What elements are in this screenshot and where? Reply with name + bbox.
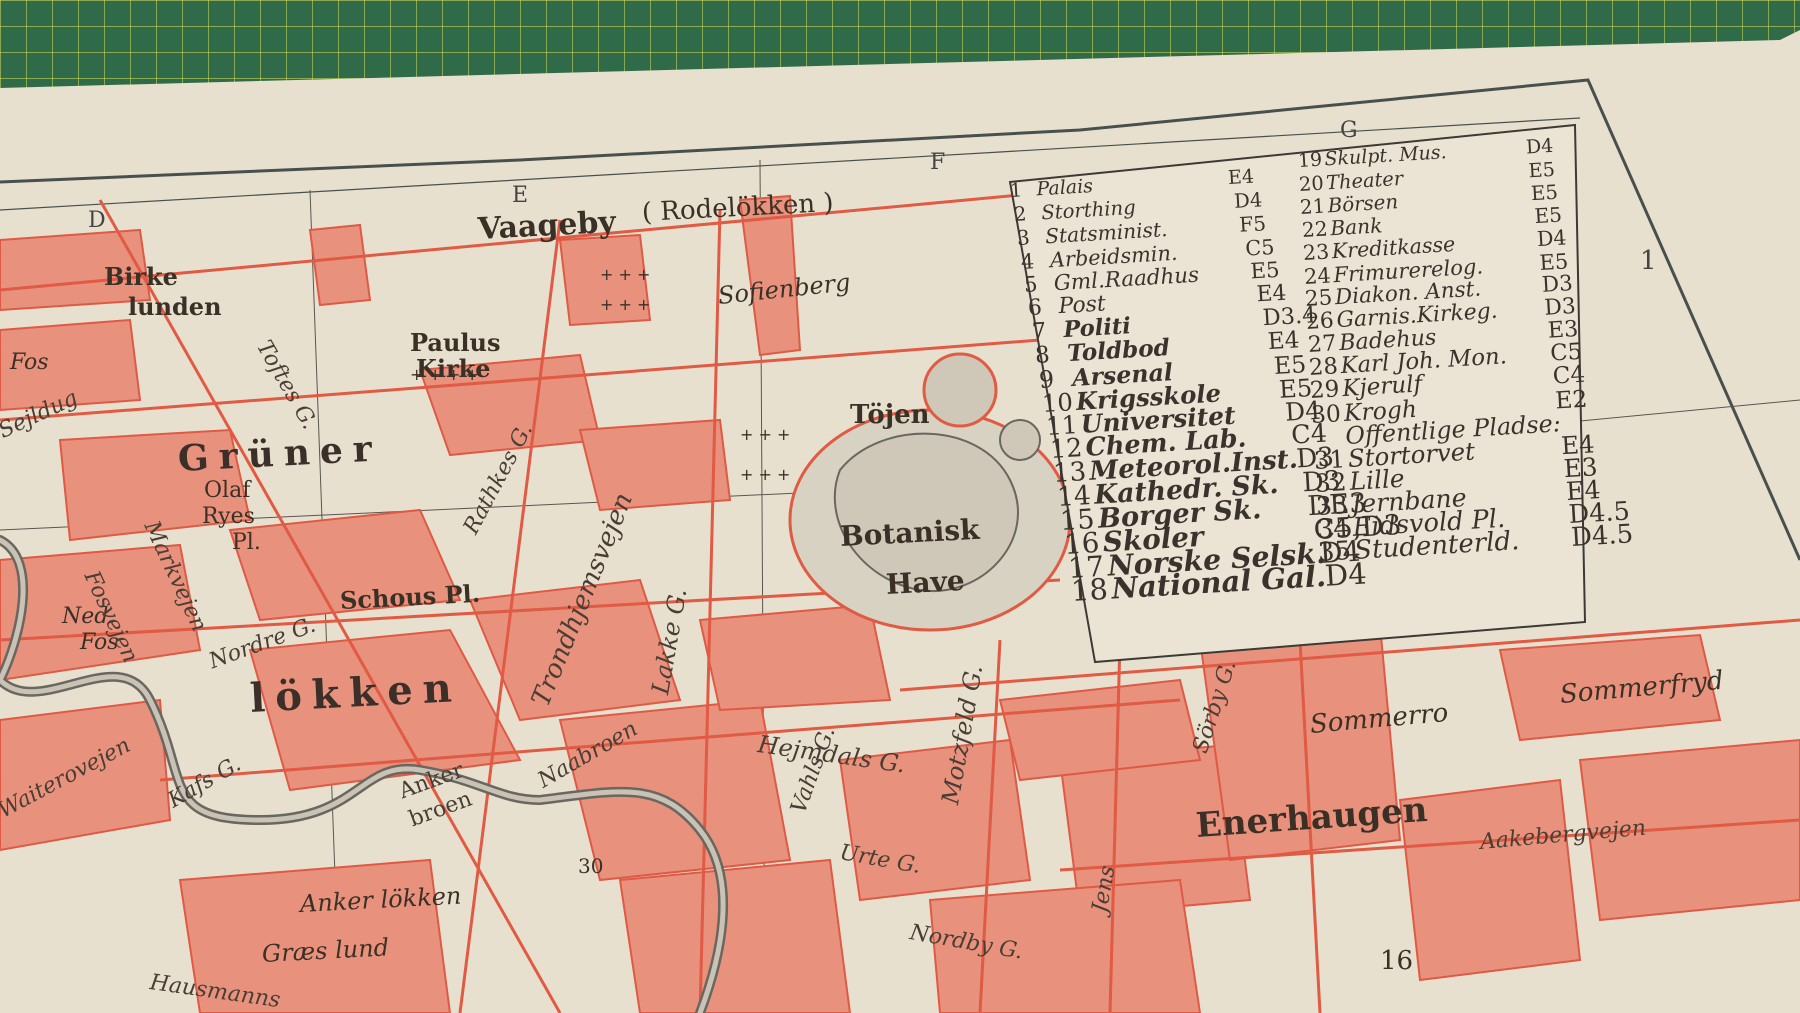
place-kirke: Kirke — [416, 354, 491, 383]
legend-grid-code: E5 — [1530, 180, 1560, 205]
legend-number: 1 — [1009, 179, 1023, 202]
legend-grid-code: F5 — [1238, 211, 1267, 238]
legend-grid-code: D4.5 — [1570, 518, 1635, 553]
place-lunden: lunden — [128, 292, 222, 321]
legend-number: 3 — [1016, 225, 1031, 251]
place-birke: Birke — [104, 262, 178, 291]
legend-grid-code: D4 — [1233, 188, 1263, 214]
svg-text:+ + +: + + + — [740, 465, 790, 484]
legend-number: 19 — [1297, 148, 1323, 172]
grid-letter-d: D — [88, 208, 106, 233]
legend-grid-code: E5 — [1527, 157, 1556, 183]
grid-letter-f: F — [930, 150, 946, 175]
legend-number: 20 — [1298, 171, 1325, 196]
place-fos: Fos — [10, 350, 49, 375]
grid-letter-g: G — [1340, 118, 1358, 143]
map-number-30: 30 — [578, 854, 604, 878]
legend-grid-code: C5 — [1244, 234, 1275, 261]
place-paulus: Paulus — [410, 328, 501, 357]
legend-grid-code: D4 — [1525, 134, 1554, 159]
legend-number: 35 — [1317, 535, 1353, 568]
map-number-16: 16 — [1380, 946, 1414, 976]
place-tojen: Töjen — [850, 400, 930, 430]
svg-text:+ + +: + + + — [600, 265, 650, 284]
grid-letter-e: E — [512, 183, 529, 208]
legend-number: 22 — [1300, 216, 1328, 243]
legend-grid-code: E4 — [1227, 165, 1255, 190]
legend-grid-code: E5 — [1533, 202, 1563, 229]
svg-text:+ + +: + + + — [740, 425, 790, 444]
legend-number: 2 — [1012, 202, 1027, 227]
legend-number: 4 — [1020, 248, 1035, 274]
legend-grid-code: D4 — [1535, 225, 1567, 252]
place-have: Have — [885, 563, 966, 601]
place-pl: Pl. — [232, 530, 261, 555]
legend-number: 21 — [1299, 194, 1327, 219]
legend: 1 Palais E4 2 Storthing D4 3 Statsminist. F5 4 Arb… — [1009, 135, 1800, 670]
place-ryes: Ryes — [202, 504, 255, 529]
legend-number: 23 — [1302, 239, 1330, 266]
place-vaageby: Vaageby — [477, 204, 617, 247]
place-olaf: Olaf — [204, 478, 251, 503]
map-page: + + + + + + + + + + + + + + + + D E F G 1 … — [0, 0, 1800, 1013]
svg-text:+ + +: + + + — [600, 295, 650, 314]
legend-number: 18 — [1070, 572, 1110, 609]
